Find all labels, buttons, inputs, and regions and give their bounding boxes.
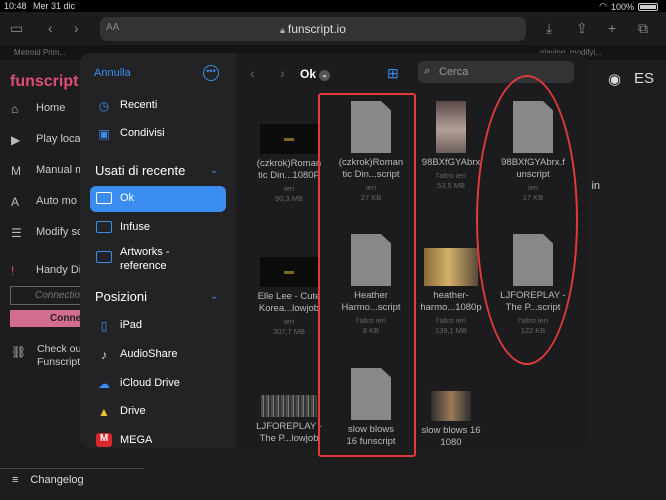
sidebar-item-recenti[interactable]: ◷ Recenti	[90, 93, 226, 119]
ipad-icon: ▯	[100, 319, 108, 333]
new-tab-icon[interactable]: +	[608, 20, 616, 36]
sliders-icon: ☰	[11, 226, 22, 240]
battery-icon	[638, 2, 658, 11]
sidebar-toggle-icon[interactable]: ▭	[10, 20, 23, 37]
chevron-down-icon: ⌄	[319, 70, 331, 81]
folder-icon	[96, 192, 112, 207]
search-input[interactable]: ⌕ Cerca	[418, 61, 574, 83]
url-text: 🔒︎ funscript.io	[280, 22, 346, 36]
sidebar-item-drive[interactable]: ▲ Drive	[90, 399, 226, 425]
github-icon[interactable]: ◉	[608, 70, 621, 88]
video-thumbnail	[424, 248, 478, 286]
divider	[0, 468, 145, 469]
chevron-down-icon[interactable]: ⌄	[210, 165, 218, 176]
chevron-down-icon[interactable]: ⌄	[210, 291, 218, 302]
app-logo[interactable]: funscript	[10, 73, 78, 91]
forward-icon[interactable]: ›	[280, 65, 285, 81]
alert-icon: !	[11, 264, 15, 278]
video-thumbnail	[431, 391, 471, 421]
tab-1[interactable]: Metroid Prim...	[14, 48, 66, 57]
back-icon[interactable]: ‹	[48, 20, 53, 36]
tabs-overview-icon[interactable]: ⧉	[638, 20, 648, 37]
date: Mer 31 dic	[33, 1, 76, 11]
annotation-rectangle	[318, 93, 416, 457]
grid-view-icon[interactable]: ⊞	[387, 66, 401, 80]
partial-text: in	[591, 180, 600, 192]
manual-icon: M	[11, 164, 21, 178]
picker-sidebar: Annulla ••• ◷ Recenti ▣ Condivisi Usati di…	[80, 53, 236, 448]
sidebar-item-condivisi[interactable]: ▣ Condivisi	[90, 121, 226, 147]
wifi-icon: ◠	[599, 1, 607, 11]
video-thumbnail	[261, 395, 317, 417]
link-icon: ⛓	[11, 345, 27, 359]
image-thumbnail	[436, 101, 466, 153]
address-bar[interactable]: AA 🔒︎ funscript.io	[100, 17, 526, 41]
sidebar-item-ok[interactable]: Ok	[90, 186, 226, 212]
list-icon: ≡	[12, 474, 19, 486]
more-options-icon[interactable]: •••	[203, 65, 219, 81]
video-thumbnail	[260, 257, 318, 287]
file-item[interactable]: (czkrok)Roman tic Din...1080P ieri 90,3 …	[250, 123, 328, 203]
folder-title[interactable]: Ok ⌄	[300, 67, 331, 81]
share-icon[interactable]: ⇪	[576, 20, 588, 37]
sidebar-item-artworks[interactable]: Artworks - reference	[90, 243, 226, 277]
file-item[interactable]: slow blows 16 1080	[412, 391, 490, 448]
clock: 10:48	[4, 1, 27, 11]
status-right: ◠ 100%	[599, 1, 658, 12]
annotation-ellipse	[476, 75, 578, 365]
section-recent-header[interactable]: Usati di recente	[95, 163, 185, 178]
play-icon: ▶	[11, 133, 21, 147]
browser-toolbar: ▭ ‹ › AA 🔒︎ funscript.io ⤓ ⇪ + ⧉	[0, 12, 666, 45]
shared-folder-icon: ▣	[98, 127, 110, 141]
cancel-button[interactable]: Annulla	[94, 67, 131, 79]
connection-key-input[interactable]: Connectio	[10, 286, 90, 305]
auto-icon: A	[11, 195, 20, 209]
audioshare-icon: ♪	[101, 348, 107, 362]
clock-icon: ◷	[98, 99, 110, 113]
sidebar-item-mega[interactable]: M MEGA	[90, 428, 226, 448]
search-icon: ⌕	[424, 65, 431, 77]
download-icon[interactable]: ⤓	[546, 20, 552, 37]
back-icon[interactable]: ‹	[250, 65, 255, 81]
lock-icon: 🔒︎	[280, 25, 285, 35]
home-icon: ⌂	[11, 102, 19, 116]
sidebar-item-audioshare[interactable]: ♪ AudioShare	[90, 342, 226, 368]
check-out-link[interactable]: Check ou Funscript	[37, 343, 81, 369]
connect-button[interactable]: Conne	[10, 310, 90, 327]
forward-icon[interactable]: ›	[74, 20, 79, 36]
folder-icon	[96, 221, 112, 236]
language-icon[interactable]: ES	[634, 70, 654, 87]
drive-icon: ▲	[98, 405, 110, 419]
mega-icon: M	[96, 433, 112, 447]
sidebar-item-infuse[interactable]: Infuse	[90, 215, 226, 241]
changelog-link[interactable]: ≡ Changelog	[12, 474, 84, 486]
battery-percent: 100%	[610, 1, 634, 12]
sidebar-item-icloud[interactable]: ☁ iCloud Drive	[90, 371, 226, 397]
sidebar-item-ipad[interactable]: ▯ iPad	[90, 313, 226, 339]
video-thumbnail	[260, 124, 318, 154]
section-locations-header[interactable]: Posizioni	[95, 289, 147, 304]
icloud-icon: ☁	[98, 377, 110, 391]
folder-icon	[96, 251, 112, 266]
file-item[interactable]: Elle Lee - Cute Korea...lowjob ieri 307,…	[250, 257, 328, 336]
file-item[interactable]: LJFOREPLAY - The P...lowjob	[250, 395, 328, 445]
